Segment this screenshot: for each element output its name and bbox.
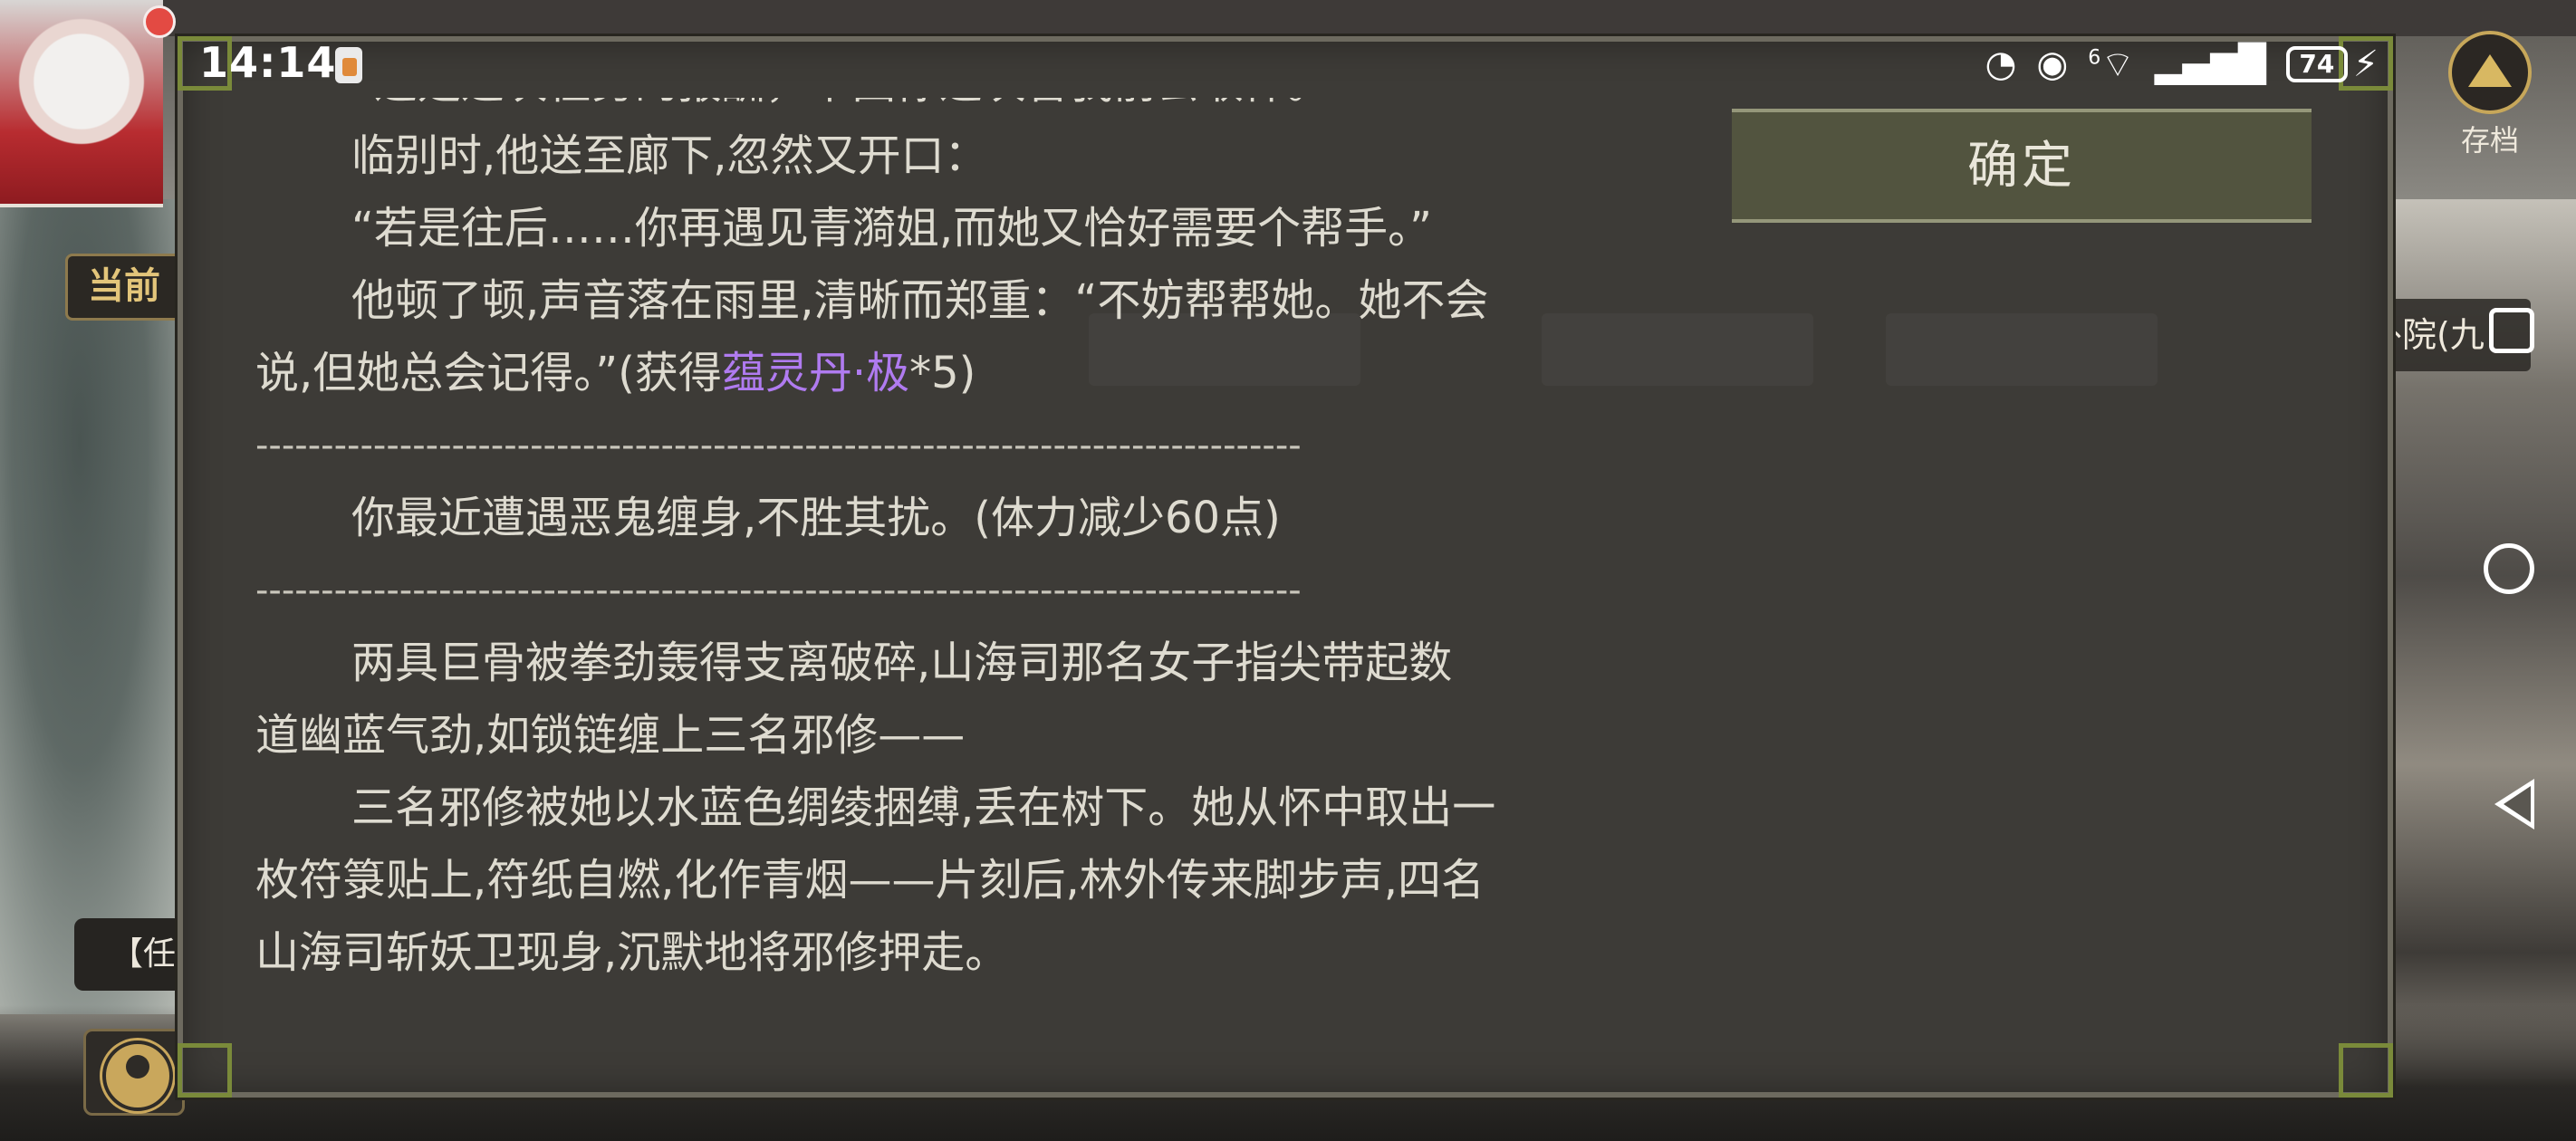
separator: ----------------------------------------…	[255, 425, 1302, 466]
back-triangle-icon[interactable]	[2494, 779, 2534, 829]
charging-bolt-icon: ⚡	[2352, 43, 2379, 85]
story-line: 山海司斩妖卫现身,沉默地将邪修押走。	[255, 927, 1009, 978]
current-tab-label: 当前	[88, 265, 160, 307]
save-label: 存档	[2460, 123, 2519, 158]
status-bar: 14:14 ◔ ◉ 6⌔ ▂▄▆█ 74 ⚡	[0, 31, 2576, 96]
network-type-label: 6	[2088, 46, 2101, 70]
story-line: 你最近遭遇恶鬼缠身,不胜其扰。(体力减少60点)	[351, 493, 1281, 543]
story-line: 道幽蓝气劲,如锁链缠上三名邪修——	[255, 710, 966, 761]
task-button[interactable]: 【任	[74, 918, 183, 991]
wifi-icon: 6⌔	[2088, 44, 2135, 86]
app-notification-icon	[335, 47, 362, 83]
story-dialog: “这是这次任务的报酬，下回你这次替我前去取件。” 临别时,他送至廊下,忽然又开口…	[178, 36, 2393, 1098]
separator: ----------------------------------------…	[255, 570, 1302, 611]
story-line-text: 说,但她总会记得。”(获得	[255, 348, 722, 398]
reward-item-name: 蕴灵丹·极	[721, 348, 910, 398]
story-line: 枚符箓贴上,符纸自燃,化作青烟——片刻后,林外传来脚步声,四名	[255, 855, 1485, 906]
character-button[interactable]	[83, 1029, 185, 1116]
status-icons: ◔ ◉ 6⌔ ▂▄▆█ 74 ⚡	[1985, 42, 2379, 87]
story-line: 临别时,他送至廊下,忽然又开口：	[351, 130, 988, 181]
home-circle-icon[interactable]	[2484, 543, 2534, 594]
signal-icon: ▂▄▆█	[2154, 43, 2266, 85]
reward-item-count: *5)	[909, 348, 976, 398]
story-line: “这是这次任务的报酬，下回你这次替我前去取件。”	[255, 98, 1795, 120]
person-icon	[102, 1040, 173, 1111]
corner-ornament	[2339, 1043, 2393, 1098]
battery-indicator: 74	[2285, 46, 2348, 82]
story-line: 三名邪修被她以水蓝色绸绫捆缚,丢在树下。她从怀中取出一	[351, 782, 1496, 833]
current-tab[interactable]: 当前	[65, 254, 183, 321]
task-button-label: 【任	[111, 935, 177, 973]
story-text: “这是这次任务的报酬，下回你这次替我前去取件。” 临别时,他送至廊下,忽然又开口…	[255, 98, 1795, 1058]
confirm-button[interactable]: 确定	[1732, 109, 2312, 223]
story-line-reward: 说,但她总会记得。”(获得蕴灵丹·极*5)	[255, 337, 1795, 409]
story-line: 两具巨骨被拳劲轰得支离破碎,山海司那名女子指尖带起数	[351, 638, 1453, 688]
corner-ornament	[178, 1043, 232, 1098]
status-time: 14:14	[199, 38, 337, 87]
ghost-panel	[1886, 313, 2158, 386]
ink-mountain-art	[0, 199, 199, 1014]
story-line: “若是往后……你再遇见青漪姐,而她又恰好需要个帮手。”	[351, 203, 1432, 254]
story-line: 他顿了顿,声音落在雨里,清晰而郑重：“不妨帮帮她。她不会	[351, 275, 1489, 326]
eye-comfort-icon: ◉	[2036, 43, 2069, 85]
data-saver-icon: ◔	[1985, 43, 2017, 85]
recents-square-icon[interactable]	[2489, 308, 2534, 353]
